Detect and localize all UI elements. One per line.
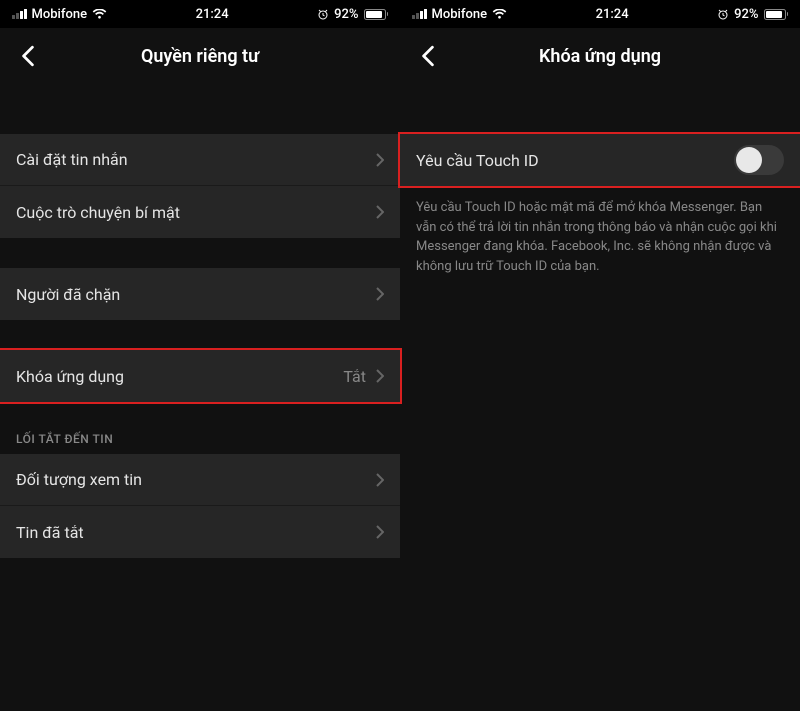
chevron-right-icon (376, 205, 384, 219)
row-muted-stories[interactable]: Tin đã tắt (0, 506, 400, 558)
page-title: Khóa ứng dụng (400, 46, 800, 67)
touch-id-toggle[interactable] (734, 145, 784, 175)
row-blocked-people[interactable]: Người đã chặn (0, 268, 400, 320)
row-story-audience[interactable]: Đối tượng xem tin (0, 454, 400, 506)
section-header-story-shortcuts: LỐI TẮT ĐẾN TIN (0, 432, 400, 454)
row-app-lock[interactable]: Khóa ứng dụng Tắt (0, 350, 400, 402)
battery-icon (764, 9, 789, 20)
chevron-right-icon (376, 473, 384, 487)
row-label: Đối tượng xem tin (16, 470, 142, 489)
chevron-right-icon (376, 153, 384, 167)
row-label: Người đã chặn (16, 285, 120, 304)
row-label: Cài đặt tin nhắn (16, 150, 128, 169)
status-time: 21:24 (196, 7, 229, 22)
row-label: Yêu cầu Touch ID (416, 151, 539, 170)
carrier-label: Mobifone (32, 7, 88, 22)
wifi-icon (92, 9, 107, 20)
row-value: Tắt (343, 367, 366, 386)
row-require-touch-id[interactable]: Yêu cầu Touch ID (400, 134, 800, 186)
status-bar: Mobifone 21:24 92% (0, 0, 400, 28)
page-title: Quyền riêng tư (0, 46, 400, 67)
carrier-label: Mobifone (432, 7, 488, 22)
battery-icon (364, 9, 389, 20)
row-label: Cuộc trò chuyện bí mật (16, 203, 180, 222)
screen-app-lock: Mobifone 21:24 92% Khóa ứng dụng (400, 0, 800, 711)
row-message-settings[interactable]: Cài đặt tin nhắn (0, 134, 400, 186)
signal-icon (12, 9, 27, 19)
screen-privacy: Mobifone 21:24 92% Quyền riêng tư (0, 0, 400, 711)
back-button[interactable] (10, 38, 46, 74)
back-button[interactable] (410, 38, 446, 74)
battery-pct: 92% (334, 7, 358, 22)
row-label: Khóa ứng dụng (16, 367, 124, 386)
status-time: 21:24 (596, 7, 629, 22)
chevron-right-icon (376, 525, 384, 539)
nav-header: Quyền riêng tư (0, 28, 400, 84)
wifi-icon (492, 9, 507, 20)
nav-header: Khóa ứng dụng (400, 28, 800, 84)
row-secret-conversations[interactable]: Cuộc trò chuyện bí mật (0, 186, 400, 238)
touch-id-description: Yêu cầu Touch ID hoặc mật mã để mở khóa … (400, 186, 800, 288)
signal-icon (412, 9, 427, 19)
chevron-right-icon (376, 369, 384, 383)
row-label: Tin đã tắt (16, 523, 84, 542)
status-bar: Mobifone 21:24 92% (400, 0, 800, 28)
alarm-icon (317, 8, 329, 20)
alarm-icon (717, 8, 729, 20)
chevron-right-icon (376, 287, 384, 301)
battery-pct: 92% (734, 7, 758, 22)
